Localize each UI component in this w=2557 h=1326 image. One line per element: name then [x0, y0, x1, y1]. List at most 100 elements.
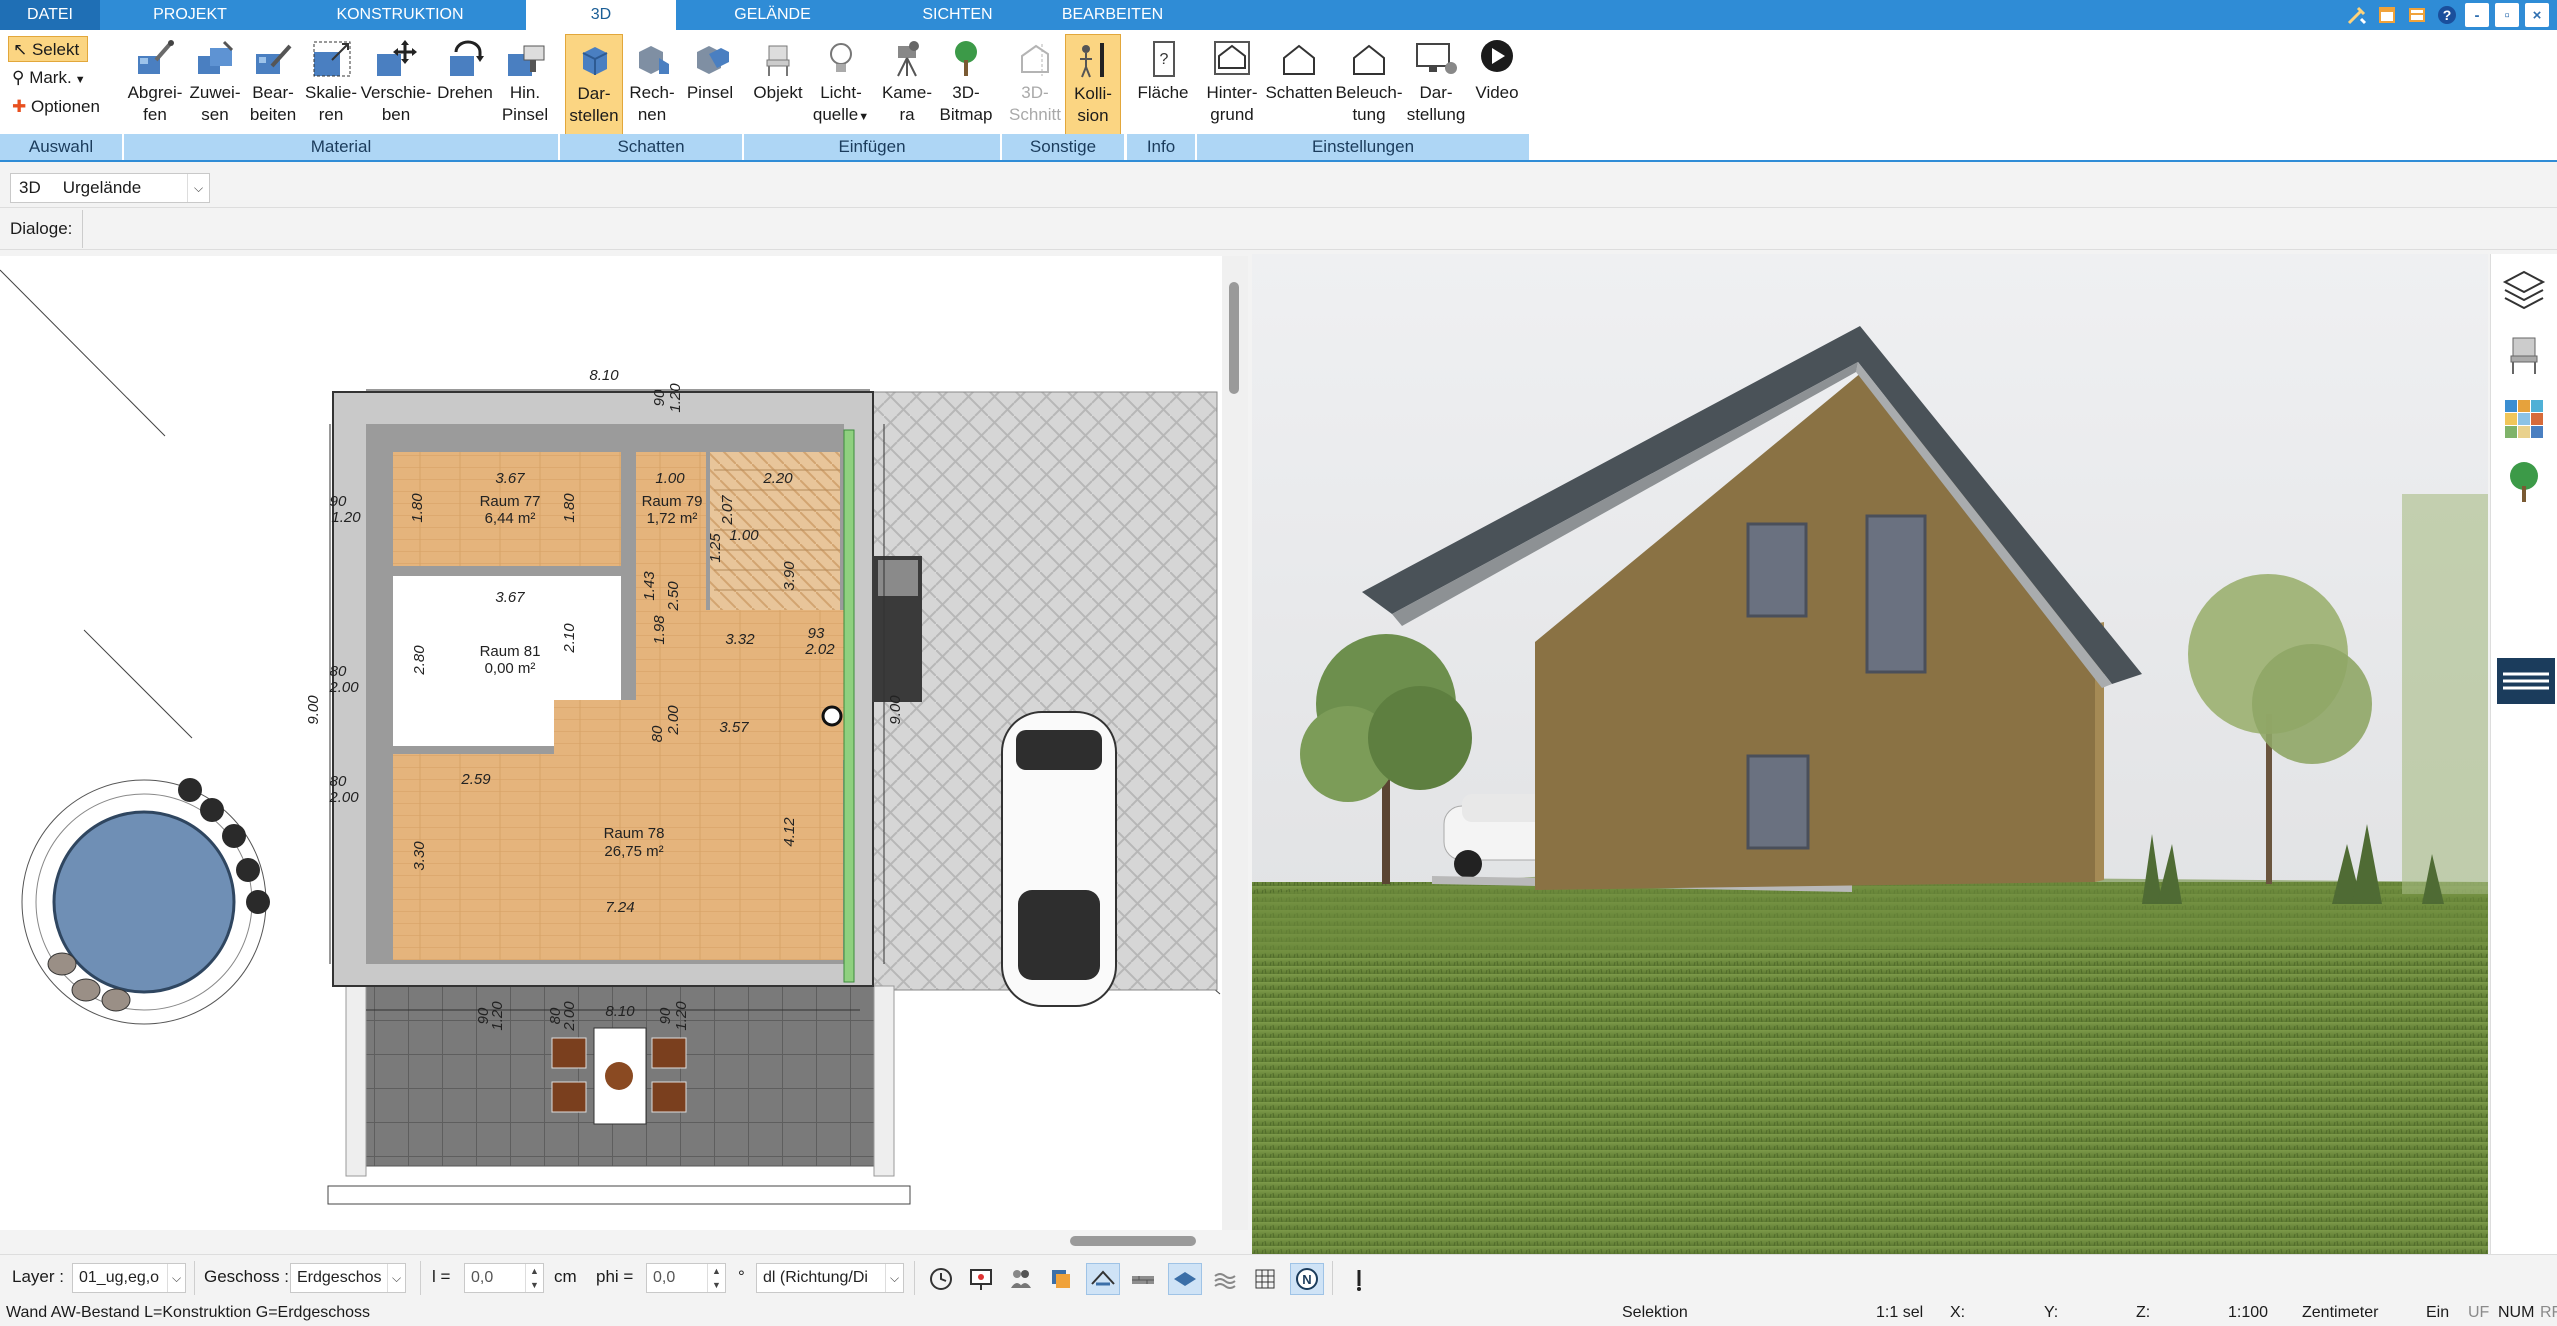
lichtquelle-button[interactable]: Licht-quelle▼ — [808, 34, 874, 128]
optionen-button[interactable]: ✚ Optionen — [8, 94, 100, 120]
3d-view[interactable] — [1252, 254, 2488, 1254]
close-icon[interactable]: × — [2525, 3, 2549, 27]
hintergrund-label-1: Hinter- — [1206, 83, 1258, 102]
direction-select[interactable]: dl (Richtung/Di ⌵ — [756, 1263, 904, 1293]
zuweisen-label-1: Zuwei- — [189, 83, 241, 102]
help-icon[interactable]: ? — [2435, 3, 2459, 27]
layout-icon[interactable] — [2405, 3, 2429, 27]
floor-plan-view[interactable]: 8.10 8.10 9.00 9.00 90 1.20 3.67 1.00 2.… — [0, 256, 1248, 1230]
3d-schnitt-button[interactable]: 3D- Schnitt — [1005, 34, 1065, 126]
video-button[interactable]: Video — [1468, 34, 1526, 104]
plan-vertical-scrollbar[interactable] — [1222, 256, 1248, 1230]
floor-plan-canvas[interactable]: 8.10 8.10 9.00 9.00 90 1.20 3.67 1.00 2.… — [0, 256, 1248, 1230]
tab-gelaende[interactable]: GELÄNDE — [700, 0, 845, 30]
tab-3d[interactable]: 3D — [526, 0, 676, 31]
corridor-floor[interactable] — [554, 700, 844, 760]
calculate-shadow-icon — [639, 46, 669, 74]
layers-icon[interactable] — [2499, 266, 2549, 316]
zuweisen-button[interactable]: Zuwei-sen — [186, 34, 244, 126]
3d-bitmap-button[interactable]: 3D- Bitmap — [934, 34, 998, 126]
layer-select[interactable]: 01_ug,eg,o ⌵ — [72, 1263, 186, 1293]
users-icon[interactable] — [1004, 1263, 1038, 1295]
tools-icon[interactable] — [2345, 3, 2369, 27]
mark-icon: ⚲ — [12, 68, 30, 87]
hin-pinsel-button[interactable]: Hin. Pinsel — [498, 34, 552, 126]
verschieben-button[interactable]: Verschie-ben — [360, 34, 432, 126]
move-icon — [377, 40, 417, 76]
skalieren-label-2: ren — [318, 105, 344, 124]
tree-icon — [955, 41, 977, 76]
kamera-button[interactable]: Kame-ra — [874, 34, 940, 126]
selekt-button[interactable]: ↖ Selekt — [8, 36, 88, 62]
dim-t90: 90 — [651, 389, 668, 406]
terrace-table-center — [605, 1062, 633, 1090]
tab-projekt[interactable]: PROJEKT — [130, 0, 250, 30]
plan-horizontal-scroll-thumb[interactable] — [1070, 1236, 1196, 1246]
clock-icon[interactable] — [924, 1263, 958, 1295]
3d-schnitt-label-1: 3D- — [1021, 83, 1049, 102]
chevron-down-icon: ⌵ — [387, 1264, 405, 1292]
kollision-button[interactable]: Kolli-sion — [1065, 34, 1121, 138]
hintergrund-button[interactable]: Hinter-grund — [1200, 34, 1264, 126]
tab-sichten[interactable]: SICHTEN — [890, 0, 1025, 30]
flaeche-button[interactable]: ? Fläche — [1131, 34, 1195, 104]
mark-button[interactable]: ⚲ Mark. ▼ — [8, 65, 86, 91]
group-label-material: Material — [124, 134, 558, 160]
chair[interactable] — [651, 1081, 687, 1113]
tab-konstruktion[interactable]: KONSTRUKTION — [320, 0, 480, 30]
3d-bitmap-label-2: Bitmap — [939, 105, 993, 124]
plan-scroll-thumb[interactable] — [1229, 282, 1239, 394]
section-icon — [1021, 44, 1049, 76]
chair-icon — [766, 45, 790, 76]
water-icon[interactable] — [1208, 1263, 1242, 1295]
dim-r202: 2.02 — [804, 641, 835, 658]
spinner-icon[interactable]: ▲ ▼ — [525, 1264, 543, 1292]
3d-scene[interactable] — [1252, 254, 2488, 1254]
terrain-select[interactable]: 3D Urgelände ⌵ — [10, 173, 210, 203]
restore-icon[interactable]: ▫ — [2495, 3, 2519, 27]
abgreifen-button[interactable]: Abgrei-fen — [124, 34, 186, 126]
bearbeiten-button[interactable]: Bear-beiten — [244, 34, 302, 126]
tab-datei[interactable]: DATEI — [0, 0, 100, 30]
einstellungen-schatten-button[interactable]: Schatten — [1264, 34, 1334, 104]
lawn-horizon — [1252, 874, 2488, 954]
grid-icon[interactable] — [1248, 1263, 1282, 1295]
north-icon[interactable]: N — [1290, 1263, 1324, 1295]
chair[interactable] — [551, 1037, 587, 1069]
materials-icon[interactable] — [2499, 394, 2549, 444]
phi-input[interactable]: 0,0 ▲ ▼ — [646, 1263, 726, 1293]
schatten-rechnen-button[interactable]: Rech-nen — [623, 34, 681, 126]
panel-toggle-button[interactable] — [2497, 658, 2555, 704]
brick-icon[interactable] — [1126, 1263, 1160, 1295]
darstellung-button[interactable]: Dar-stellung — [1404, 34, 1468, 126]
chair[interactable] — [651, 1037, 687, 1069]
spinner-icon[interactable]: ▲ ▼ — [707, 1264, 725, 1292]
window-icon[interactable] — [2375, 3, 2399, 27]
objekt-button[interactable]: Objekt — [748, 34, 808, 104]
tab-bearbeiten[interactable]: BEARBEITEN — [1045, 0, 1180, 30]
schatten-darstellen-button[interactable]: Dar-stellen — [565, 34, 623, 138]
car-top-view[interactable] — [1001, 711, 1117, 1007]
hedge-right — [873, 985, 895, 1177]
mark-label: Mark. — [29, 68, 72, 87]
plane-icon[interactable] — [1168, 1263, 1202, 1295]
roof-icon[interactable] — [1086, 1263, 1120, 1295]
minimize-icon[interactable]: - — [2465, 3, 2489, 27]
pond-water[interactable] — [52, 810, 236, 994]
glass-wall[interactable] — [843, 429, 855, 983]
layers-stack-icon[interactable] — [1044, 1263, 1078, 1295]
dim-l80a: 80 — [330, 663, 347, 680]
drehen-button[interactable]: Drehen — [432, 34, 498, 104]
geschoss-select[interactable]: Erdgeschos ⌵ — [290, 1263, 406, 1293]
schatten-pinsel-button[interactable]: Pinsel — [681, 34, 739, 104]
skalieren-button[interactable]: Skalie-ren — [302, 34, 360, 126]
presentation-icon[interactable] — [964, 1263, 998, 1295]
length-input[interactable]: 0,0 ▲ ▼ — [464, 1263, 544, 1293]
beleuchtung-button[interactable]: Beleuch-tung — [1334, 34, 1404, 126]
more-icon[interactable] — [1342, 1263, 1376, 1295]
skalieren-label-1: Skalie- — [305, 83, 357, 102]
furniture-icon[interactable] — [2499, 330, 2549, 380]
dim-r220: 2.20 — [762, 470, 793, 487]
chair[interactable] — [551, 1081, 587, 1113]
plants-icon[interactable] — [2499, 458, 2549, 508]
